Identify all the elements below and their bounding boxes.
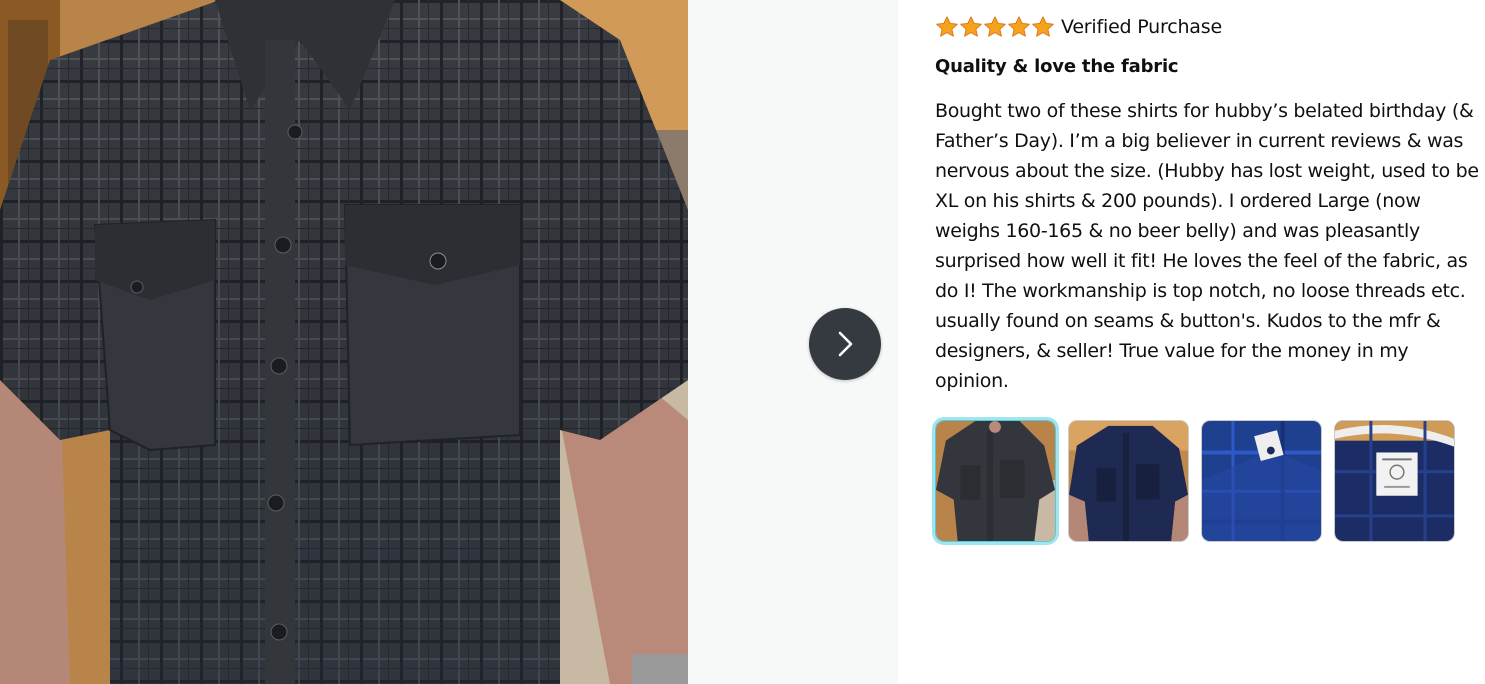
rating-row: Verified Purchase	[935, 14, 1222, 40]
next-image-button[interactable]	[809, 308, 881, 380]
thumbnail-4[interactable]	[1334, 420, 1455, 542]
star-rating	[935, 15, 1055, 39]
media-viewer	[0, 0, 898, 684]
review-title: Quality & love the fabric	[935, 56, 1179, 77]
verified-purchase-badge: Verified Purchase	[1061, 16, 1222, 38]
star-icon	[1032, 16, 1054, 37]
star-icon	[984, 16, 1006, 37]
star-icon	[1008, 16, 1030, 37]
thumbnail-2[interactable]	[1068, 420, 1189, 542]
thumbnail-strip	[935, 420, 1455, 542]
main-review-photo	[0, 0, 688, 684]
thumbnail-1[interactable]	[935, 420, 1056, 542]
star-icon	[960, 16, 982, 37]
chevron-right-icon	[838, 331, 853, 357]
review-panel: Verified Purchase Quality & love the fab…	[898, 0, 1485, 684]
thumbnail-3[interactable]	[1201, 420, 1322, 542]
star-icon	[936, 16, 958, 37]
review-body: Bought two of these shirts for hubby’s b…	[935, 100, 1479, 392]
